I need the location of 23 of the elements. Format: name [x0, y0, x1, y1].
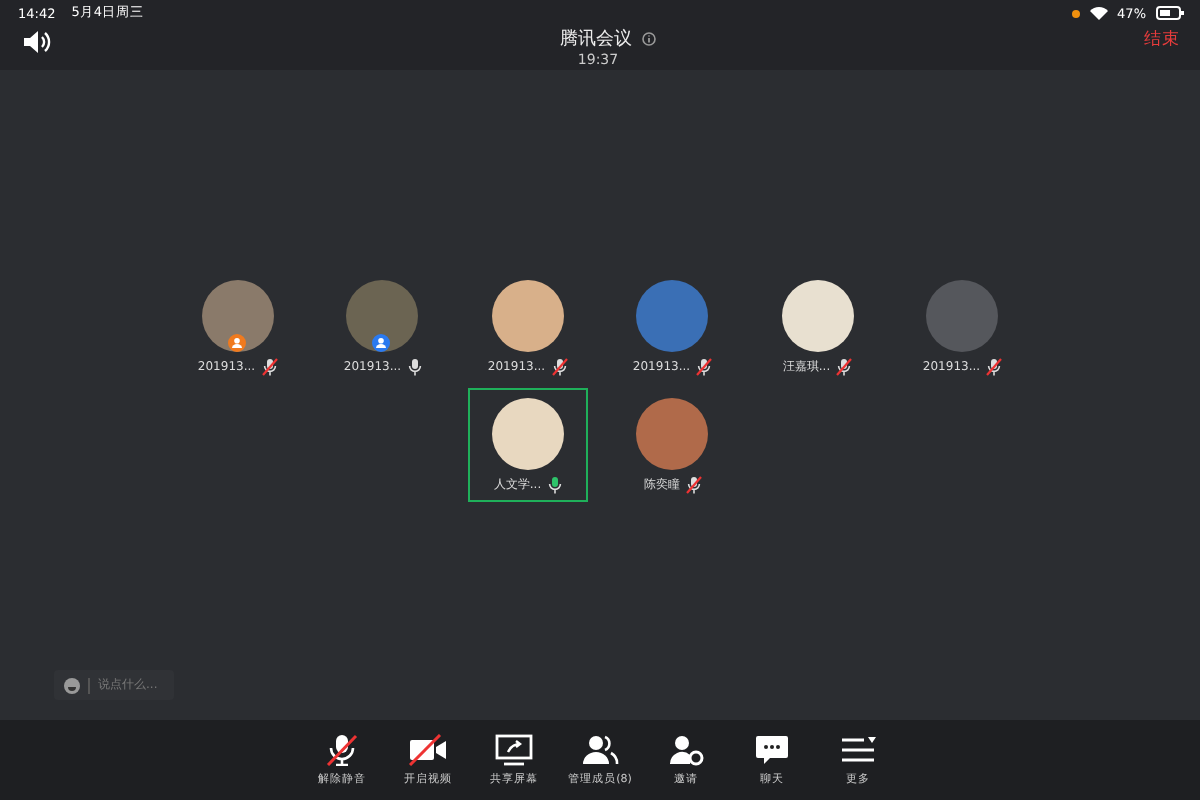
avatar-photo-placeholder — [491, 279, 564, 351]
wifi-icon — [1089, 6, 1108, 20]
avatar-photo-placeholder — [636, 279, 709, 351]
avatar-photo-placeholder — [491, 397, 564, 469]
emoji-icon[interactable] — [64, 677, 80, 693]
battery-icon — [1156, 6, 1184, 20]
mic-off-icon — [322, 734, 362, 766]
speaker-icon[interactable] — [24, 30, 52, 54]
meeting-title: 腾讯会议 — [560, 27, 632, 51]
avatar-photo-placeholder — [346, 279, 419, 351]
video-off-icon — [408, 734, 448, 766]
chat-icon — [752, 734, 792, 766]
share-icon — [494, 734, 534, 766]
avatar-photo-placeholder — [926, 279, 999, 351]
members-icon — [580, 734, 620, 766]
avatar-photo-placeholder — [636, 397, 709, 469]
recording-dot-icon — [1071, 9, 1080, 17]
more-icon — [838, 734, 878, 766]
avatar-photo-placeholder — [201, 279, 274, 351]
invite-icon — [666, 734, 706, 766]
info-icon[interactable] — [642, 31, 656, 45]
avatar-photo-placeholder — [781, 279, 854, 351]
end-meeting-button[interactable]: 结束 — [1144, 28, 1180, 52]
